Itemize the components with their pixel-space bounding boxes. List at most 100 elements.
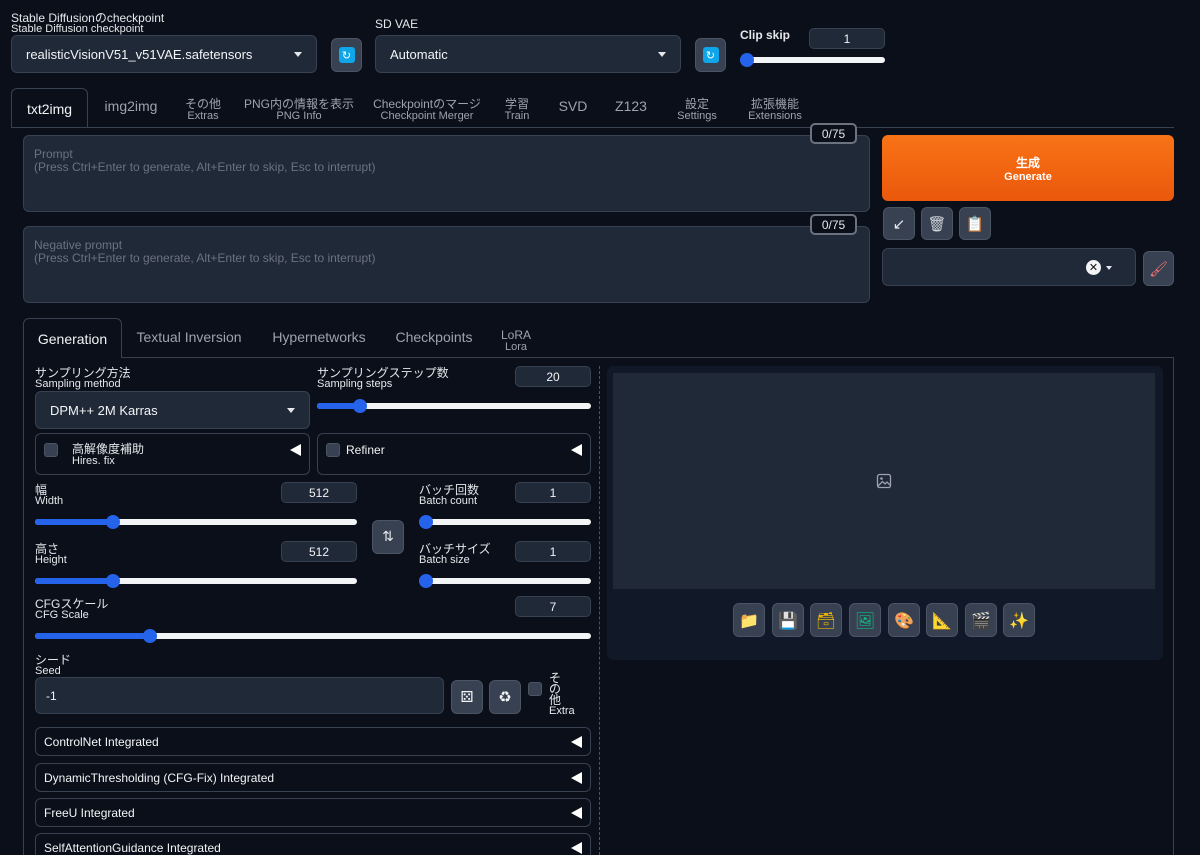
upscale-button[interactable]: ✨ <box>1003 603 1035 637</box>
tab-sublabel: Settings <box>677 110 717 122</box>
seed-input[interactable]: -1 <box>35 677 444 714</box>
checkpoint-dropdown[interactable]: realisticVisionV51_v51VAE.safetensors <box>11 35 317 73</box>
refiner-checkbox[interactable] <box>326 443 340 457</box>
tab-train[interactable]: 学習 Train <box>496 98 538 122</box>
tab-svd[interactable]: SVD <box>552 99 594 113</box>
save-button[interactable]: 💾 <box>772 603 804 637</box>
sampling-method-dropdown[interactable]: DPM++ 2M Karras <box>35 391 310 429</box>
cfg-scale-label: CFGスケール CFG Scale <box>35 598 108 621</box>
video-icon: 🎬 <box>971 610 991 630</box>
generate-button[interactable]: 生成 Generate <box>882 135 1174 201</box>
checkpoint-label: Stable Diffusionのcheckpoint Stable Diffu… <box>11 12 164 35</box>
tab-checkpoint-merger[interactable]: Checkpointのマージ Checkpoint Merger <box>370 98 484 122</box>
refiner-accordion[interactable]: Refiner <box>317 433 591 475</box>
collapse-triangle-icon[interactable] <box>290 444 301 456</box>
tab-settings[interactable]: 設定 Settings <box>670 98 724 122</box>
accordion-controlnet[interactable]: ControlNet Integrated <box>35 727 591 756</box>
batch-size-input[interactable]: 1 <box>515 541 591 562</box>
zip-button[interactable]: 🗃 <box>810 603 842 637</box>
clip-skip-slider[interactable] <box>740 52 885 68</box>
width-input[interactable]: 512 <box>281 482 357 503</box>
tab-textual-inversion[interactable]: Textual Inversion <box>130 329 248 345</box>
send-to-extras-button[interactable]: 📐 <box>926 603 958 637</box>
collapse-triangle-icon[interactable] <box>571 841 582 854</box>
clear-icon[interactable]: ✕ <box>1086 260 1101 275</box>
collapse-triangle-icon[interactable] <box>571 771 582 784</box>
clear-prompt-button[interactable]: 🗑 <box>921 207 953 240</box>
edit-styles-button[interactable]: 🖌 <box>1143 251 1174 286</box>
chevron-down-icon <box>287 407 295 413</box>
tab-label: Generation <box>37 330 108 347</box>
tab-sublabel: PNG Info <box>276 110 322 122</box>
tab-img2img[interactable]: img2img <box>96 99 166 113</box>
sampling-steps-slider[interactable] <box>317 398 591 414</box>
brush-icon: 🖌 <box>1148 259 1169 278</box>
clip-skip-label: Clip skip <box>740 28 791 42</box>
collapse-triangle-icon[interactable] <box>571 735 582 748</box>
batch-size-label: バッチサイズ Batch size <box>419 543 491 566</box>
height-input[interactable]: 512 <box>281 541 357 562</box>
paste-styles-button[interactable]: 📋 <box>959 207 991 240</box>
tab-label: Textual Inversion <box>136 329 242 345</box>
reuse-seed-button[interactable]: ♻ <box>489 680 521 714</box>
hires-fix-checkbox[interactable] <box>44 443 58 457</box>
random-seed-button[interactable]: ⚄ <box>451 680 483 714</box>
prompt-textarea[interactable]: Prompt (Press Ctrl+Enter to generate, Al… <box>23 135 870 212</box>
tab-checkpoints[interactable]: Checkpoints <box>388 329 480 345</box>
tab-extensions[interactable]: 拡張機能 Extensions <box>742 98 808 122</box>
tab-png-info[interactable]: PNG内の情報を表示 PNG Info <box>240 98 358 122</box>
collapse-triangle-icon[interactable] <box>571 806 582 819</box>
trash-icon: 🗑 <box>927 214 947 233</box>
send-to-svd-button[interactable]: 🎬 <box>965 603 997 637</box>
tab-lora[interactable]: LoRA Lora <box>492 329 540 353</box>
accordion-self-attention-guidance[interactable]: SelfAttentionGuidance Integrated <box>35 833 591 855</box>
hires-fix-accordion[interactable]: 高解像度補助 Hires. fix <box>35 433 310 475</box>
tab-label: txt2img <box>26 100 73 117</box>
tab-txt2img[interactable]: txt2img <box>11 88 88 128</box>
label-en: Seed <box>35 665 61 677</box>
send-to-inpaint-button[interactable]: 🎨 <box>888 603 920 637</box>
read-params-button[interactable]: ↙ <box>883 207 915 240</box>
tab-label: Checkpoints <box>395 329 473 345</box>
clip-skip-input[interactable]: 1 <box>809 28 885 49</box>
zip-icon: 🗃 <box>815 610 837 630</box>
chevron-down-icon <box>294 51 302 57</box>
arrow-diagonal-icon: ↙ <box>892 214 906 233</box>
label-en: CFG Scale <box>35 609 89 621</box>
vae-dropdown[interactable]: Automatic <box>375 35 681 73</box>
sparkles-icon: ✨ <box>1009 610 1029 630</box>
negative-prompt-textarea[interactable]: Negative prompt (Press Ctrl+Enter to gen… <box>23 226 870 303</box>
height-slider[interactable] <box>35 573 357 589</box>
sampling-steps-label: サンプリングステップ数 Sampling steps <box>317 367 449 390</box>
tab-z123[interactable]: Z123 <box>608 99 654 113</box>
batch-count-input[interactable]: 1 <box>515 482 591 503</box>
batch-size-slider[interactable] <box>419 573 591 589</box>
styles-dropdown[interactable]: ✕ <box>882 248 1136 286</box>
save-icon: 💾 <box>778 610 798 630</box>
open-folder-button[interactable]: 📁 <box>733 603 765 637</box>
accordion-dynamic-thresholding[interactable]: DynamicThresholding (CFG-Fix) Integrated <box>35 763 591 792</box>
label-en: Width <box>35 495 64 507</box>
refresh-vae-button[interactable]: ↻ <box>695 38 726 72</box>
swap-dimensions-button[interactable]: ⇅ <box>372 520 404 554</box>
sampling-steps-input[interactable]: 20 <box>515 366 591 387</box>
tab-hypernetworks[interactable]: Hypernetworks <box>262 330 376 344</box>
batch-count-slider[interactable] <box>419 514 591 530</box>
hires-fix-label: 高解像度補助 Hires. fix <box>72 443 144 467</box>
dice-icon: ⚄ <box>460 688 474 706</box>
tab-generation[interactable]: Generation <box>23 318 122 358</box>
send-to-img2img-button[interactable]: 🖼 <box>849 603 881 637</box>
cfg-scale-slider[interactable] <box>35 628 591 644</box>
tab-sublabel: Extensions <box>748 110 802 122</box>
width-slider[interactable] <box>35 514 357 530</box>
refresh-icon: ↻ <box>338 47 355 63</box>
tab-extras[interactable]: その他 Extras <box>176 98 230 122</box>
refresh-checkpoint-button[interactable]: ↻ <box>331 38 362 72</box>
folder-icon: 📁 <box>739 610 759 630</box>
tab-label: LoRA <box>500 328 532 342</box>
seed-extra-checkbox[interactable] <box>528 682 542 696</box>
collapse-triangle-icon[interactable] <box>571 444 582 456</box>
accordion-freeu[interactable]: FreeU Integrated <box>35 798 591 827</box>
cfg-scale-input[interactable]: 7 <box>515 596 591 617</box>
sampling-method-value: DPM++ 2M Karras <box>50 402 158 418</box>
